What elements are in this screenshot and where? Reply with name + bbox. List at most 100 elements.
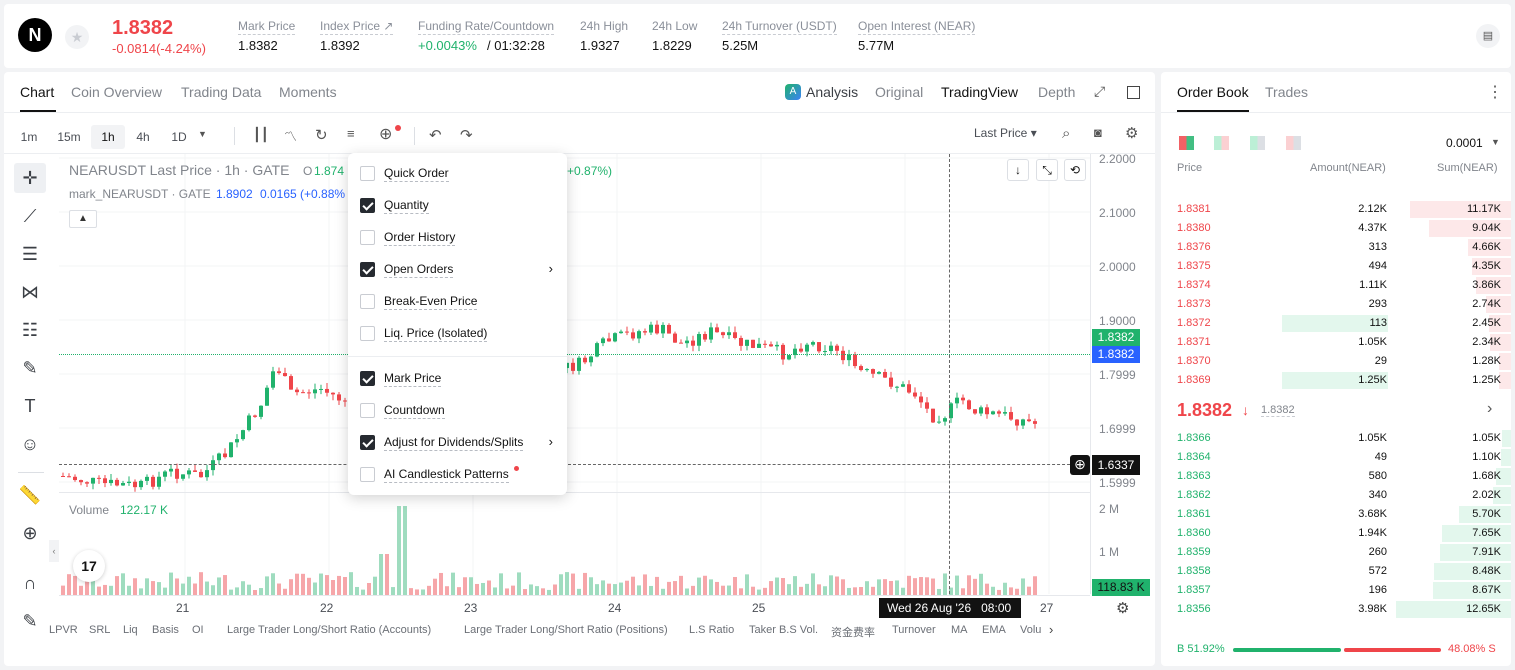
bid-row[interactable]: 1.8356 3.98K 12.65K <box>1161 600 1511 619</box>
ask-row[interactable]: 1.8381 2.12K 11.17K <box>1161 200 1511 219</box>
checkbox[interactable] <box>360 294 375 309</box>
tab-moments[interactable]: Moments <box>279 84 337 100</box>
add-overlay-icon[interactable]: ⊕ <box>379 124 392 144</box>
notes-icon[interactable]: ▤ <box>1476 24 1500 48</box>
ruler-tool-icon[interactable]: 📏 <box>14 480 46 510</box>
bid-row[interactable]: 1.8357 196 8.67K <box>1161 581 1511 600</box>
indicator-turnover[interactable]: Turnover <box>892 624 936 636</box>
indicator-taker-vol[interactable]: Taker B.S Vol. <box>749 624 818 636</box>
ask-row[interactable]: 1.8380 4.37K 9.04K <box>1161 219 1511 238</box>
scroll-to-latest-icon[interactable]: ↓ <box>1007 159 1029 181</box>
indicators-next-icon[interactable]: › <box>1049 622 1053 637</box>
expand-icon[interactable]: ⤢ <box>1094 83 1105 100</box>
indicator-liq[interactable]: Liq <box>123 624 138 636</box>
checkbox[interactable] <box>360 198 375 213</box>
tab-order-book[interactable]: Order Book <box>1177 84 1249 100</box>
window-icon[interactable] <box>1127 86 1140 99</box>
view-tradingview[interactable]: TradingView <box>941 84 1018 100</box>
bid-row[interactable]: 1.8359 260 7.91K <box>1161 543 1511 562</box>
bid-row[interactable]: 1.8363 580 1.68K <box>1161 467 1511 486</box>
ask-row[interactable]: 1.8376 313 4.66K <box>1161 238 1511 257</box>
chevron-right-icon[interactable]: › <box>1487 400 1492 418</box>
fullscreen-chart-icon[interactable]: ⤡ <box>1036 159 1058 181</box>
indicator-oi[interactable]: OI <box>192 624 204 636</box>
menu-item-ai-patterns[interactable]: AI Candlestick Patterns <box>348 459 567 491</box>
menu-item-quick-order[interactable]: Quick Order <box>348 158 567 190</box>
ask-row[interactable]: 1.8371 1.05K 2.34K <box>1161 333 1511 352</box>
menu-item-liq-price[interactable]: Liq. Price (Isolated) <box>348 318 567 350</box>
menu-item-break-even[interactable]: Break-Even Price <box>348 286 567 318</box>
legend-collapse-icon[interactable]: ▲ <box>69 210 97 228</box>
checkbox[interactable] <box>360 467 375 482</box>
fib-tool-icon[interactable]: ☷ <box>14 315 46 345</box>
tab-coin-overview[interactable]: Coin Overview <box>71 84 162 100</box>
collapse-toolbar-icon[interactable]: ‹ <box>49 540 59 562</box>
ask-row[interactable]: 1.8373 293 2.74K <box>1161 295 1511 314</box>
menu-item-order-history[interactable]: Order History <box>348 222 567 254</box>
timeframe-1h[interactable]: 1h <box>91 125 125 149</box>
tab-trades[interactable]: Trades <box>1265 84 1308 100</box>
menu-item-open-orders[interactable]: Open Orders › <box>348 254 567 286</box>
ask-row[interactable]: 1.8369 1.25K 1.25K <box>1161 371 1511 390</box>
search-icon[interactable]: ⌕ <box>1062 125 1070 142</box>
layout-bids-icon[interactable] <box>1250 136 1265 150</box>
indicator-ema[interactable]: EMA <box>982 624 1006 636</box>
checkbox[interactable] <box>360 371 375 386</box>
redo-icon[interactable]: ↷ <box>460 126 473 144</box>
ask-row[interactable]: 1.8372 113 2.45K <box>1161 314 1511 333</box>
layout-both-icon[interactable] <box>1179 136 1194 150</box>
indicator-ltlsr-accounts[interactable]: Large Trader Long/Short Ratio (Accounts) <box>227 624 431 636</box>
text-tool-icon[interactable]: T <box>14 391 46 421</box>
templates-icon[interactable]: ≡ <box>347 126 355 141</box>
view-depth[interactable]: Depth <box>1038 84 1075 100</box>
axis-settings-icon[interactable]: ⚙ <box>1116 599 1129 617</box>
bid-row[interactable]: 1.8362 340 2.02K <box>1161 486 1511 505</box>
bid-row[interactable]: 1.8366 1.05K 1.05K <box>1161 429 1511 448</box>
more-options-icon[interactable]: ⋮ <box>1487 82 1503 102</box>
menu-item-mark-price[interactable]: Mark Price <box>348 363 567 395</box>
timeframe-1d[interactable]: 1D <box>164 125 194 149</box>
checkbox[interactable] <box>360 403 375 418</box>
pattern-tool-icon[interactable]: ⋈ <box>14 277 46 307</box>
stat-label-index[interactable]: Index Price ↗ <box>320 19 394 35</box>
bid-row[interactable]: 1.8361 3.68K 5.70K <box>1161 505 1511 524</box>
chevron-down-icon[interactable]: ▼ <box>1491 137 1500 147</box>
layout-asks-icon[interactable] <box>1286 136 1301 150</box>
indicator-ma[interactable]: MA <box>951 624 968 636</box>
checkbox[interactable] <box>360 166 375 181</box>
indicators-icon[interactable]: 〽 <box>284 126 297 145</box>
candle-type-icon[interactable]: ┃┃ <box>253 127 269 143</box>
indicator-basis[interactable]: Basis <box>152 624 179 636</box>
lock-drawing-tool-icon[interactable]: ✎ <box>14 606 46 636</box>
precision-select[interactable]: 0.0001 <box>1446 136 1483 150</box>
timeframe-1m[interactable]: 1m <box>14 125 44 149</box>
bid-row[interactable]: 1.8358 572 8.48K <box>1161 562 1511 581</box>
timeframe-dropdown-icon[interactable]: ▼ <box>198 129 207 139</box>
bid-row[interactable]: 1.8364 49 1.10K <box>1161 448 1511 467</box>
view-original[interactable]: Original <box>875 84 923 100</box>
price-type-select[interactable]: Last Price ▾ <box>974 126 1037 140</box>
ask-row[interactable]: 1.8374 1.11K 3.86K <box>1161 276 1511 295</box>
menu-item-quantity[interactable]: Quantity <box>348 190 567 222</box>
trendline-tool-icon[interactable]: ⟋ <box>14 201 46 231</box>
brush-tool-icon[interactable]: ✎ <box>14 353 46 383</box>
indicator-ls-ratio[interactable]: L.S Ratio <box>689 624 734 636</box>
horizontal-lines-tool-icon[interactable]: ☰ <box>14 239 46 269</box>
indicator-volume[interactable]: Volu <box>1020 624 1041 636</box>
crosshair-tool-icon[interactable]: ✛ <box>14 163 46 193</box>
camera-icon[interactable]: ◙ <box>1094 125 1102 140</box>
indicator-srl[interactable]: SRL <box>89 624 110 636</box>
ask-row[interactable]: 1.8370 29 1.28K <box>1161 352 1511 371</box>
timeframe-4h[interactable]: 4h <box>128 125 158 149</box>
ask-row[interactable]: 1.8375 494 4.35K <box>1161 257 1511 276</box>
refresh-icon[interactable]: ↻ <box>315 126 328 144</box>
timeframe-15m[interactable]: 15m <box>52 125 86 149</box>
view-analysis[interactable]: Analysis <box>806 84 858 100</box>
reset-chart-icon[interactable]: ⟲ <box>1064 159 1086 181</box>
tab-trading-data[interactable]: Trading Data <box>181 84 261 100</box>
indicator-ltlsr-positions[interactable]: Large Trader Long/Short Ratio (Positions… <box>464 624 668 636</box>
settings-gear-icon[interactable]: ⚙ <box>1125 124 1138 142</box>
favorite-star-icon[interactable]: ★ <box>65 25 89 49</box>
checkbox[interactable] <box>360 326 375 341</box>
indicator-lpvr[interactable]: LPVR <box>49 624 78 636</box>
